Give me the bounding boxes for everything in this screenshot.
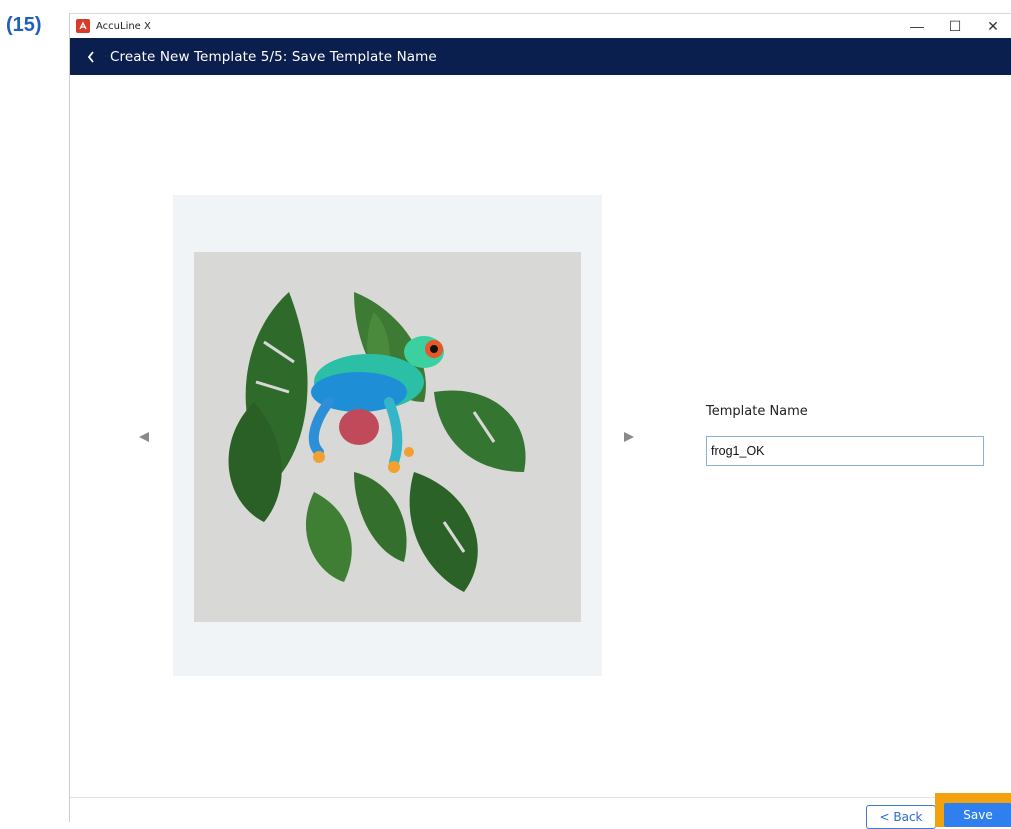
next-image-button[interactable] (621, 429, 637, 445)
back-button[interactable]: < Back (866, 805, 936, 829)
page-header: Create New Template 5/5: Save Template N… (70, 38, 1011, 75)
previous-image-button[interactable] (136, 429, 152, 445)
template-preview-panel (173, 195, 602, 676)
page-title: Create New Template 5/5: Save Template N… (110, 48, 437, 65)
app-window: AccuLine X — ☐ ✕ Create New Template 5/5… (69, 13, 1011, 829)
window-controls: — ☐ ✕ (898, 14, 1011, 38)
triangle-right-icon (624, 432, 634, 442)
close-button[interactable]: ✕ (974, 14, 1011, 38)
maximize-button[interactable]: ☐ (936, 14, 974, 38)
template-name-label: Template Name (706, 404, 808, 419)
minimize-button[interactable]: — (898, 14, 936, 38)
chevron-left-icon[interactable] (84, 50, 98, 63)
frog-on-leaves-image (194, 252, 581, 622)
save-button[interactable]: Save (944, 803, 1011, 827)
step-label: (15) (6, 14, 42, 36)
footer-divider (70, 797, 1011, 798)
template-image (194, 252, 581, 622)
app-logo-icon (76, 19, 90, 33)
triangle-left-icon (139, 432, 149, 442)
app-title: AccuLine X (96, 20, 151, 32)
title-bar: AccuLine X — ☐ ✕ (70, 14, 1011, 38)
template-name-input[interactable] (706, 436, 984, 466)
